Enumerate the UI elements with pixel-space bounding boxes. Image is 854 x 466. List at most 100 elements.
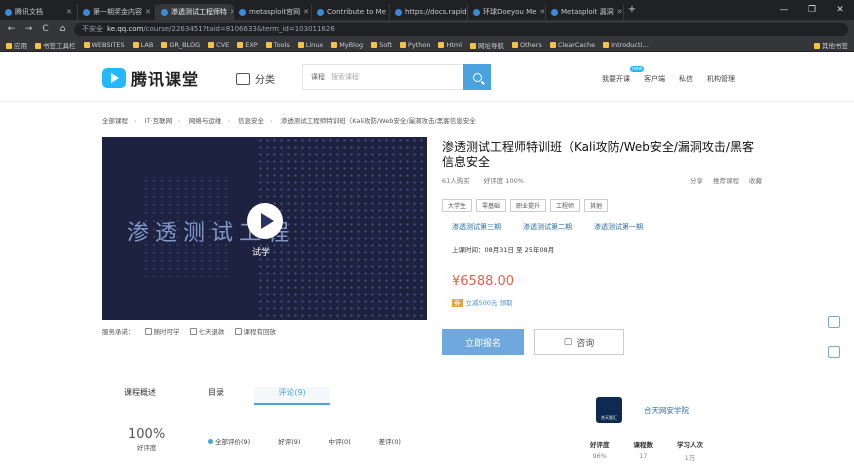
tag[interactable]: 其他 [584,199,609,212]
tab-favicon-icon [239,8,246,16]
term-option[interactable]: 渗透测试第二期 [523,222,572,232]
bookmark-item[interactable]: 书签工具栏 [35,40,76,50]
consult-button[interactable]: ▢ 咨询 [534,329,624,355]
url-path: /course/2263451?taid=8106633&term_id=103… [143,24,335,33]
search-icon [472,72,482,82]
header-links: 我要开课 new 客户端 私信 机构管理 [602,66,735,84]
recommend-button[interactable]: 推荐课程 [713,175,739,185]
tag[interactable]: 零基础 [476,199,507,212]
link-org-admin[interactable]: 机构管理 [707,74,735,84]
tab-docs[interactable]: https://docs.rapid✕ [390,4,468,20]
close-icon[interactable]: ✕ [303,8,309,16]
tab-bonus[interactable]: 第一期奖金内容 ✕ [78,4,156,20]
bookmark-item[interactable]: 网址导航 [470,40,504,50]
close-window-button[interactable]: ✕ [826,0,854,20]
tab-course[interactable]: 渗透测试工程师特✕ [156,4,234,20]
bookmark-item[interactable]: Python [399,41,430,49]
other-bookmarks[interactable]: 其他书签 [814,40,848,50]
bookmark-item[interactable]: Soft [371,41,392,49]
breadcrumb-item[interactable]: 网络与运维 [189,117,222,125]
close-icon[interactable]: ✕ [66,8,72,16]
forward-button[interactable]: → [23,24,34,34]
phone-icon[interactable] [828,346,840,358]
bookmark-item[interactable]: EXP [237,41,258,49]
link-client[interactable]: 客户端 [644,74,665,84]
term-option[interactable]: 渗透测试第三期 [452,222,501,232]
close-icon[interactable]: ✕ [617,8,623,16]
maximize-button[interactable]: ❐ [798,0,826,20]
reload-button[interactable]: C [40,24,51,34]
coupon[interactable]: 券立减500元 领取 [452,297,512,307]
new-tab-button[interactable]: + [624,4,640,20]
link-teach[interactable]: 我要开课 [602,74,630,84]
tab-metasploit[interactable]: metasploit官网 ✕ [234,4,312,20]
review-percent: 100% [128,427,166,442]
link-messages[interactable]: 私信 [679,74,693,84]
tag[interactable]: 职业提升 [510,199,547,212]
feedback-icon[interactable] [828,316,840,328]
site-logo[interactable]: 腾讯课堂 [102,66,199,90]
org-name[interactable]: 合天网安学院 [644,405,689,416]
search-button[interactable] [463,64,491,90]
filter-neutral[interactable]: 中评(0) [328,436,350,446]
bookmark-item[interactable]: ClearCache [549,41,595,49]
bookmark-apps[interactable]: 应用 [6,40,27,50]
category-menu[interactable]: 分类 [236,71,275,86]
search-scope[interactable]: 课程 [311,72,325,82]
url-host: ke.qq.com [107,24,144,33]
tab-overview[interactable]: 课程概述 [102,387,178,405]
bookmark-item[interactable]: Html [438,41,462,49]
bookmark-item[interactable]: GR_BLOG [161,41,200,49]
breadcrumb-item[interactable]: IT·互联网 [145,117,172,125]
breadcrumb: 全部课程 › IT·互联网 › 网络与运维 › 信息安全 › 渗透测试工程师特训班（Ka… [102,117,476,125]
bookmark-item[interactable]: Tools [265,41,290,49]
home-button[interactable]: ⌂ [57,24,68,34]
back-button[interactable]: ← [6,24,17,34]
bookmark-item[interactable]: MyBlog [331,41,363,49]
favorite-button[interactable]: 收藏 [749,175,762,185]
bookmark-item[interactable]: CVE [208,41,229,49]
bookmark-item[interactable]: WEBSITES [83,41,125,49]
category-icon [236,72,250,85]
tab-tencent-docs[interactable]: 腾讯文档 ✕ [0,4,78,20]
org-logo[interactable]: 合天智汇 [596,397,622,423]
filter-positive[interactable]: 好评(9) [278,436,300,446]
close-icon[interactable]: ✕ [539,8,545,16]
folder-icon [83,41,90,48]
minimize-button[interactable]: — [770,0,798,20]
search-box[interactable]: 课程 搜索课程 [302,64,464,90]
breadcrumb-item[interactable]: 全部课程 [102,117,128,125]
bookmark-item[interactable]: Others [512,41,542,49]
play-icon[interactable] [247,203,283,239]
filter-negative[interactable]: 差评(0) [379,436,401,446]
tab-catalog[interactable]: 目录 [178,387,254,405]
trial-label[interactable]: 试学 [252,245,270,258]
term-option[interactable]: 渗透测试第一期 [594,222,643,232]
breadcrumb-current: 渗透测试工程师特训班（Kali攻防/Web安全/漏洞攻击/黑客信息安全 [280,117,476,125]
url-input[interactable]: 不安全 ke.qq.com/course/2263451?taid=8106633… [74,22,848,36]
tab-doeyou[interactable]: 环球Doeyou Me ✕ [468,4,546,20]
tab-favicon-icon [473,8,480,16]
play-logo-icon [102,68,126,88]
promise-item: 课程有回放 [234,326,276,336]
review-rating: 100% 好评度 [128,427,165,452]
tag[interactable]: 工程师 [550,199,581,212]
video-player[interactable]: 渗透测试工程 试学 [102,137,427,320]
bookmark-item[interactable]: LAB [132,41,153,49]
search-input[interactable]: 搜索课程 [331,72,359,82]
not-secure-label: 不安全 [82,24,103,33]
tab-reviews[interactable]: 评论(9) [254,387,330,405]
tag[interactable]: 大学生 [442,199,473,212]
tab-metasploit-vuln[interactable]: Metasploit 漏洞 ✕ [546,4,624,20]
org-stat: 课程数 17 [633,441,654,460]
radio-selected-icon [208,439,213,444]
share-button[interactable]: 分享 [690,175,703,185]
filter-all[interactable]: 全部评价(9) [208,436,250,446]
tab-contribute[interactable]: Contribute to Me✕ [312,4,390,20]
bookmark-item[interactable]: Introducti… [603,41,649,49]
enroll-button[interactable]: 立即报名 [442,329,524,355]
bookmark-item[interactable]: Linux [297,41,323,49]
service-promises: 服务承诺： 随时可学 七天退款 课程有回放 [102,326,276,336]
close-icon[interactable]: ✕ [145,8,151,16]
breadcrumb-item[interactable]: 信息安全 [238,117,264,125]
